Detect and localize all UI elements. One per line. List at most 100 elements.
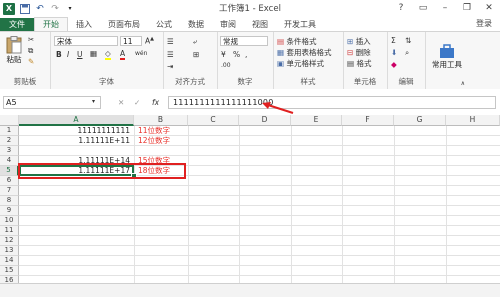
gridline xyxy=(19,205,500,206)
number-format-select[interactable]: 常规 xyxy=(220,36,268,46)
row-header[interactable]: 10 xyxy=(0,216,19,226)
row-header[interactable]: 7 xyxy=(0,186,19,196)
column-header-c[interactable]: C xyxy=(188,115,239,126)
select-all-corner[interactable] xyxy=(0,115,19,126)
underline-button[interactable]: U xyxy=(77,50,83,59)
group-cells: ⊞ 插入 ⊟ 删除 ▤ 格式 单元格 xyxy=(343,32,388,89)
indent-icon[interactable]: ⇥ xyxy=(167,62,173,71)
format-painter-icon[interactable]: ✎ xyxy=(28,57,34,66)
delete-icon: ⊟ xyxy=(347,48,354,57)
decimal-icon[interactable]: .00 xyxy=(221,62,231,69)
row-header[interactable]: 6 xyxy=(0,176,19,186)
column-header-f[interactable]: F xyxy=(342,115,394,126)
row-header[interactable]: 9 xyxy=(0,206,19,216)
row-header[interactable]: 2 xyxy=(0,136,19,146)
border-icon[interactable]: ▦ xyxy=(90,49,97,58)
row-header[interactable]: 14 xyxy=(0,256,19,266)
row-header[interactable]: 16 xyxy=(0,276,19,283)
cell-styles-button[interactable]: ▣ 单元格样式 xyxy=(277,58,324,69)
cut-icon[interactable]: ✂ xyxy=(28,35,34,44)
italic-button[interactable]: I xyxy=(67,50,69,59)
tab-page-layout[interactable]: 页面布局 xyxy=(100,18,148,31)
close-icon[interactable]: ✕ xyxy=(478,0,500,16)
row-header-selected[interactable]: 5 xyxy=(0,166,19,176)
tab-file[interactable]: 文件 xyxy=(0,18,34,31)
gridline xyxy=(19,235,500,236)
cell-b1[interactable]: 11位数字 xyxy=(138,126,170,136)
column-header-a[interactable]: A xyxy=(19,115,134,126)
column-header-g[interactable]: G xyxy=(394,115,446,126)
comma-button[interactable]: , xyxy=(245,50,247,59)
delete-button[interactable]: ⊟ 删除 xyxy=(347,47,371,58)
minimize-icon[interactable]: – xyxy=(434,0,456,16)
merge-center-icon[interactable]: ⊞ xyxy=(193,50,199,59)
column-header-e[interactable]: E xyxy=(291,115,342,126)
name-box-dropdown-icon[interactable]: ▾ xyxy=(92,98,95,105)
collapse-ribbon-icon[interactable]: ∧ xyxy=(461,80,465,87)
percent-button[interactable]: % xyxy=(233,50,240,59)
currency-icon[interactable]: ¥ xyxy=(221,50,226,59)
help-icon[interactable]: ? xyxy=(390,0,412,16)
fill-icon[interactable]: ⬇ xyxy=(391,48,397,57)
column-header-d[interactable]: D xyxy=(239,115,291,126)
row-header[interactable]: 4 xyxy=(0,156,19,166)
common-tools-button[interactable]: 常用工具 xyxy=(429,36,465,76)
row-header[interactable]: 3 xyxy=(0,146,19,156)
insert-label: 插入 xyxy=(355,37,371,46)
cell-b2[interactable]: 12位数字 xyxy=(138,136,170,146)
row-header[interactable]: 1 xyxy=(0,126,19,136)
find-icon[interactable]: ⌕ xyxy=(405,48,409,58)
bold-button[interactable]: B xyxy=(56,50,62,59)
undo-icon[interactable]: ↶ xyxy=(35,4,45,14)
row-header[interactable]: 15 xyxy=(0,266,19,276)
grow-font-icon[interactable]: A▲ xyxy=(145,36,154,46)
cancel-entry-icon[interactable]: ✕ xyxy=(118,98,124,107)
format-button[interactable]: ▤ 格式 xyxy=(347,58,371,69)
save-icon[interactable] xyxy=(20,3,30,14)
fill-color-icon[interactable]: ◇ xyxy=(105,49,111,60)
restore-icon[interactable]: ❐ xyxy=(456,0,478,16)
insert-button[interactable]: ⊞ 插入 xyxy=(347,36,371,47)
tab-review[interactable]: 审阅 xyxy=(212,18,244,31)
annotation-highlight-box xyxy=(18,163,186,179)
font-name-select[interactable]: 宋体 xyxy=(54,36,118,46)
ribbon-display-icon[interactable]: ▭ xyxy=(412,0,434,16)
cell-a1[interactable]: 11111111111 xyxy=(19,126,131,136)
autosum-icon[interactable]: Σ xyxy=(391,36,396,45)
format-as-table-button[interactable]: ▦ 套用表格格式 xyxy=(277,47,331,58)
redo-icon[interactable]: ↷ xyxy=(50,4,60,14)
conditional-format-button[interactable]: ▤ 条件格式 xyxy=(277,36,316,47)
cell-a2[interactable]: 1.11111E+11 xyxy=(19,136,130,146)
row-header[interactable]: 8 xyxy=(0,196,19,206)
clear-icon[interactable]: ◆ xyxy=(391,60,397,69)
confirm-entry-icon[interactable]: ✓ xyxy=(134,98,140,107)
tab-home[interactable]: 开始 xyxy=(34,17,68,31)
tab-data[interactable]: 数据 xyxy=(180,18,212,31)
conditional-format-label: 条件格式 xyxy=(286,37,317,46)
phonetic-button[interactable]: wén xyxy=(135,50,147,57)
column-header-b[interactable]: B xyxy=(134,115,188,126)
tab-insert[interactable]: 插入 xyxy=(68,18,100,31)
group-styles: ▤ 条件格式 ▦ 套用表格格式 ▣ 单元格样式 样式 xyxy=(273,32,344,89)
align-left-icon[interactable]: ☰ xyxy=(167,50,174,59)
tab-developer[interactable]: 开发工具 xyxy=(276,18,324,31)
paste-button[interactable]: 粘贴 xyxy=(4,35,24,65)
column-header-h[interactable]: H xyxy=(446,115,500,126)
name-box[interactable]: A5 xyxy=(3,96,101,109)
spreadsheet-grid[interactable]: A B C D E F G H 1 2 3 4 5 6 7 8 9 10 11 … xyxy=(0,115,500,283)
row-header[interactable]: 13 xyxy=(0,246,19,256)
formula-input[interactable]: 1111111111111111000 xyxy=(168,96,496,109)
tab-formulas[interactable]: 公式 xyxy=(148,18,180,31)
font-size-select[interactable]: 11 xyxy=(120,36,142,46)
tab-view[interactable]: 视图 xyxy=(244,18,276,31)
wrap-text-icon[interactable]: ⤶ xyxy=(193,37,197,47)
sort-filter-icon[interactable]: ⇅ xyxy=(405,36,411,45)
copy-icon[interactable]: ⧉ xyxy=(28,46,33,56)
row-header[interactable]: 11 xyxy=(0,226,19,236)
customize-qat-icon[interactable]: ▾ xyxy=(65,4,75,14)
insert-function-button[interactable]: fx xyxy=(152,98,159,107)
font-color-icon[interactable]: A xyxy=(120,49,126,60)
top-align-icon[interactable]: ☰ xyxy=(167,37,174,46)
login-link[interactable]: 登录 xyxy=(476,18,492,29)
row-header[interactable]: 12 xyxy=(0,236,19,246)
